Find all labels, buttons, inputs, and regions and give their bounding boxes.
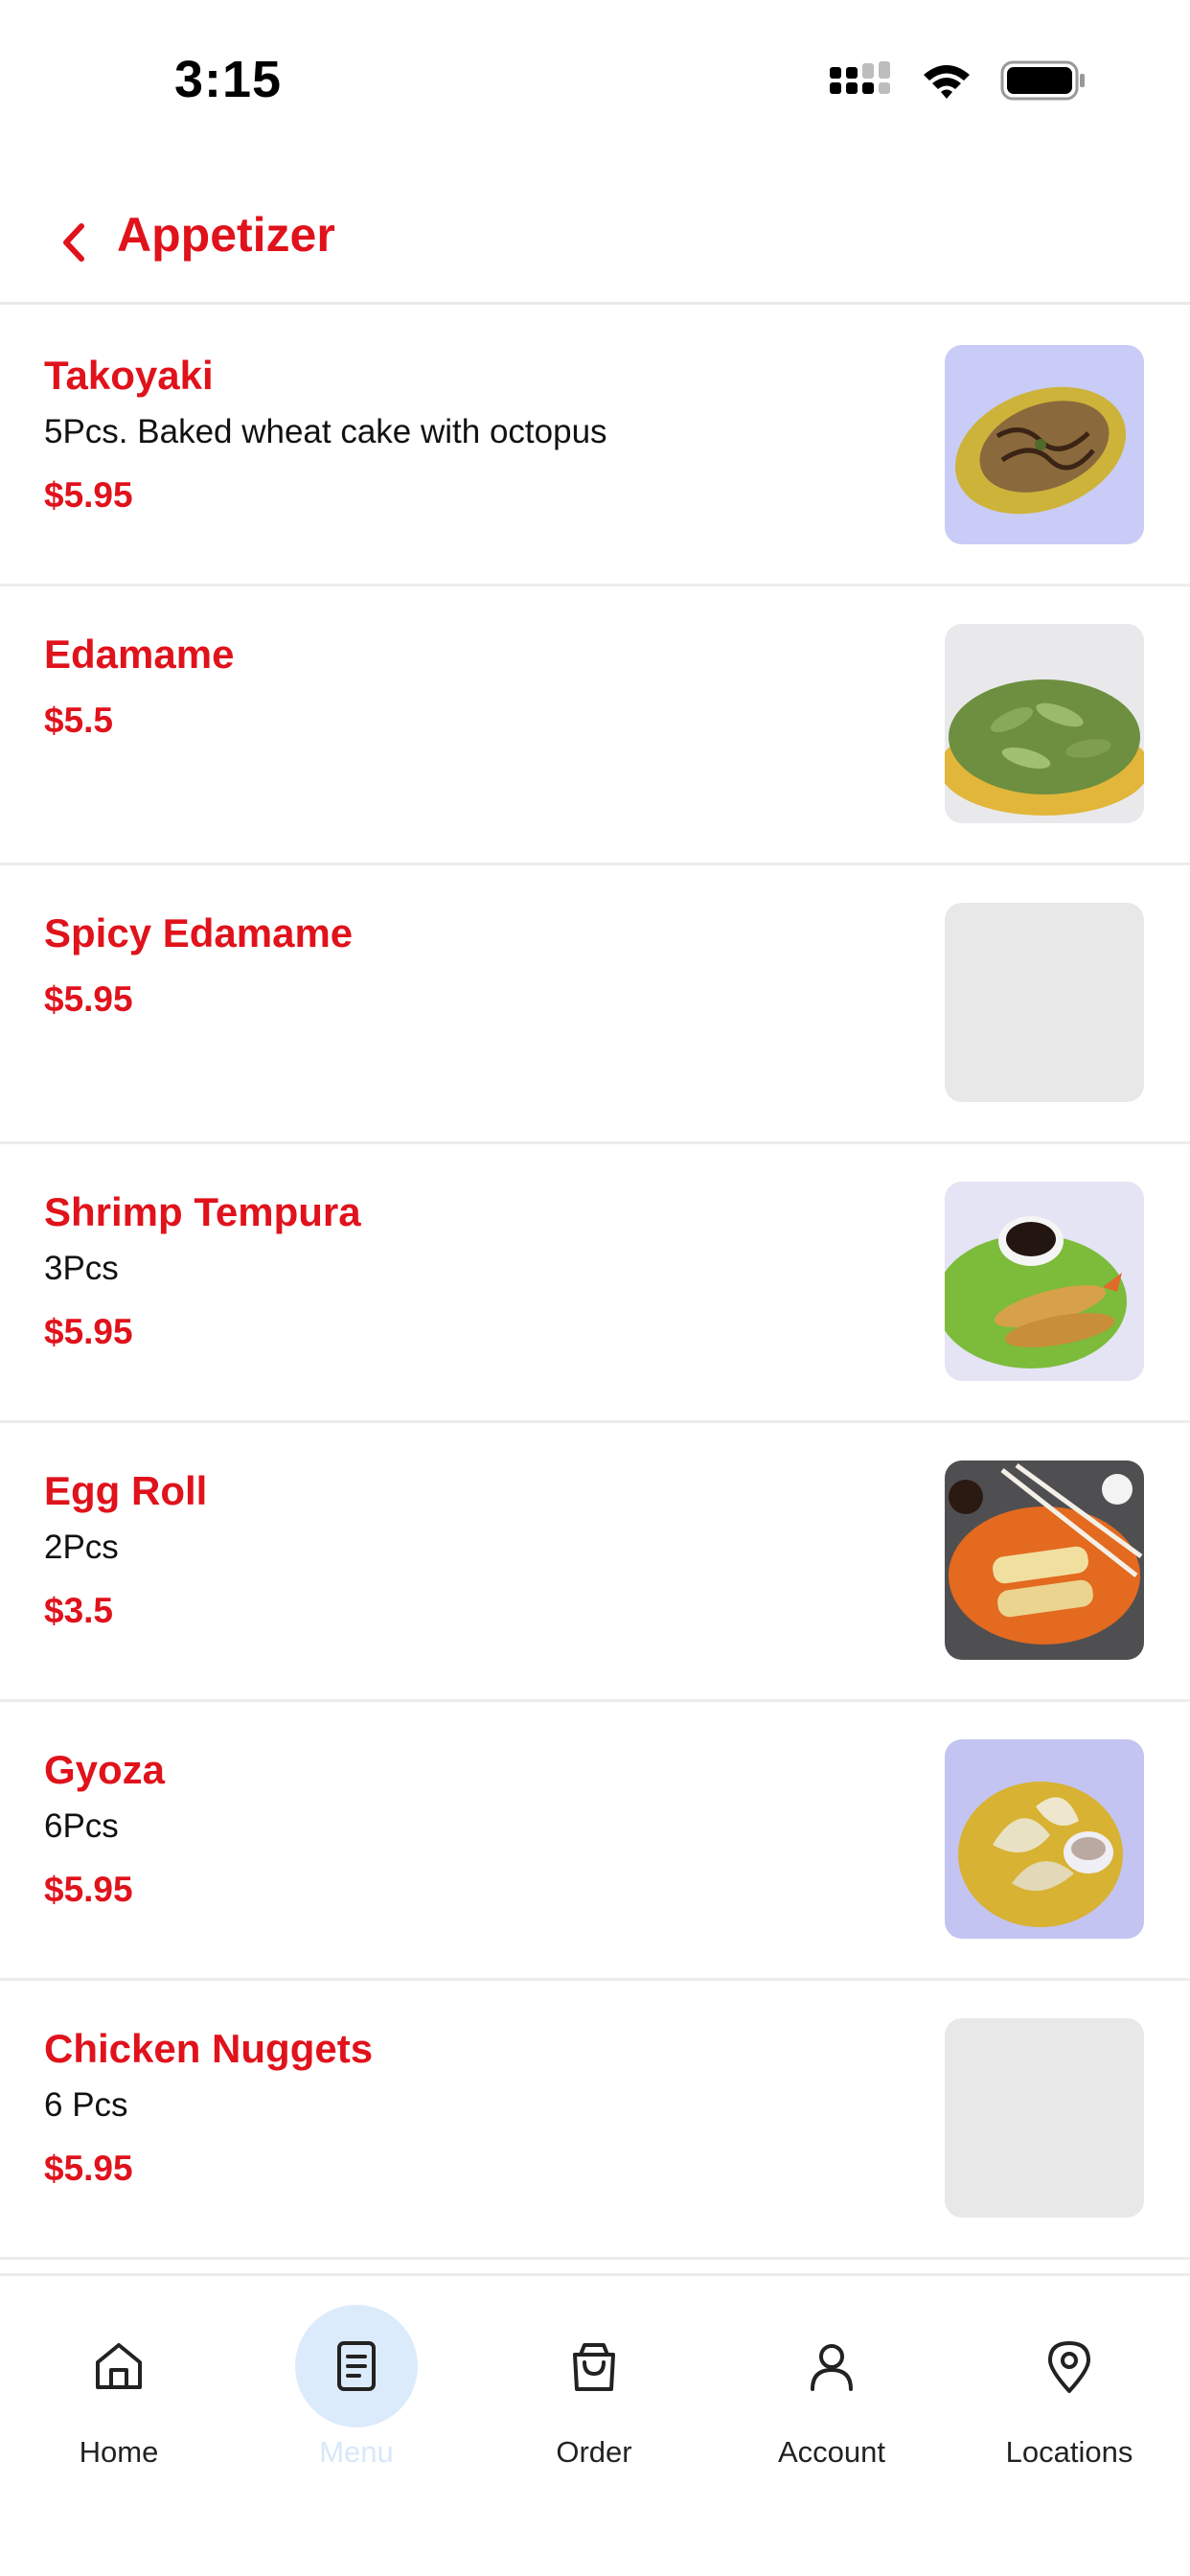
item-name: Shrimp Tempura xyxy=(44,1189,361,1234)
item-name: Spicy Edamame xyxy=(44,910,354,955)
item-name: Chicken Nuggets xyxy=(44,2026,374,2071)
menu-item[interactable]: Takoyaki 5Pcs. Baked wheat cake with oct… xyxy=(0,308,1190,586)
status-bar: 3:15 xyxy=(0,0,1190,153)
header: Appetizer xyxy=(0,182,1190,305)
nav-item-locations[interactable]: Locations xyxy=(950,2305,1188,2496)
nav-label-account: Account xyxy=(777,2435,885,2469)
item-description: 3Pcs xyxy=(44,1250,119,1287)
item-name: Gyoza xyxy=(44,1747,166,1792)
nav-item-home[interactable]: Home xyxy=(0,2305,238,2496)
item-description: 2Pcs xyxy=(44,1529,119,1566)
item-price: $5.95 xyxy=(44,1312,133,1351)
nav-label-menu: Menu xyxy=(319,2435,394,2469)
bottom-nav: Home Menu Order Account Locations xyxy=(0,2273,1190,2576)
item-name: Takoyaki xyxy=(44,353,214,398)
item-description: 5Pcs. Baked wheat cake with octopus xyxy=(44,413,607,450)
item-price: $5.5 xyxy=(44,701,114,740)
battery-icon xyxy=(1000,60,1085,101)
menu-item[interactable]: Spicy Edamame $5.95 xyxy=(0,865,1190,1144)
item-image-takoyaki xyxy=(945,345,1144,544)
item-image-placeholder xyxy=(945,903,1144,1102)
menu-item[interactable]: Egg Roll 2Pcs $3.5 xyxy=(0,1423,1190,1702)
menu-list: Takoyaki 5Pcs. Baked wheat cake with oct… xyxy=(0,308,1190,2260)
menu-icon xyxy=(337,2341,376,2391)
bag-icon xyxy=(573,2343,615,2391)
nav-item-menu[interactable]: Menu xyxy=(238,2305,475,2496)
nav-item-order[interactable]: Order xyxy=(475,2305,713,2496)
item-image-egg-roll xyxy=(945,1460,1144,1660)
item-description: 6Pcs xyxy=(44,1807,119,1845)
item-image-shrimp-tempura xyxy=(945,1182,1144,1381)
nav-item-account[interactable]: Account xyxy=(713,2305,950,2496)
status-time: 3:15 xyxy=(174,51,283,108)
menu-item[interactable]: Chicken Nuggets 6 Pcs $5.95 xyxy=(0,1981,1190,2260)
location-pin-icon xyxy=(1048,2341,1090,2393)
menu-item[interactable]: Gyoza 6Pcs $5.95 xyxy=(0,1702,1190,1981)
item-price: $3.5 xyxy=(44,1591,114,1630)
menu-item[interactable]: Shrimp Tempura 3Pcs $5.95 xyxy=(0,1144,1190,1423)
item-price: $5.95 xyxy=(44,2149,133,2188)
status-icons xyxy=(830,58,1087,104)
item-image-gyoza xyxy=(945,1739,1144,1939)
item-price: $5.95 xyxy=(44,979,133,1019)
item-name: Egg Roll xyxy=(44,1468,208,1513)
item-description: 6 Pcs xyxy=(44,2086,128,2124)
chevron-left-icon xyxy=(63,223,84,262)
item-price: $5.95 xyxy=(44,1870,133,1909)
back-button[interactable] xyxy=(48,215,98,270)
nav-label-locations: Locations xyxy=(1005,2435,1133,2469)
item-image-edamame xyxy=(945,624,1144,823)
home-icon xyxy=(96,2343,142,2389)
page-title: Appetizer xyxy=(117,208,335,262)
cellular-signal-icon xyxy=(830,61,890,94)
menu-item[interactable]: Edamame $5.5 xyxy=(0,586,1190,865)
item-price: $5.95 xyxy=(44,475,133,515)
user-icon xyxy=(811,2344,853,2391)
nav-label-home: Home xyxy=(79,2435,159,2469)
item-image-placeholder xyxy=(945,2018,1144,2218)
item-name: Edamame xyxy=(44,632,235,677)
wifi-icon xyxy=(924,65,970,99)
nav-label-order: Order xyxy=(556,2435,632,2469)
